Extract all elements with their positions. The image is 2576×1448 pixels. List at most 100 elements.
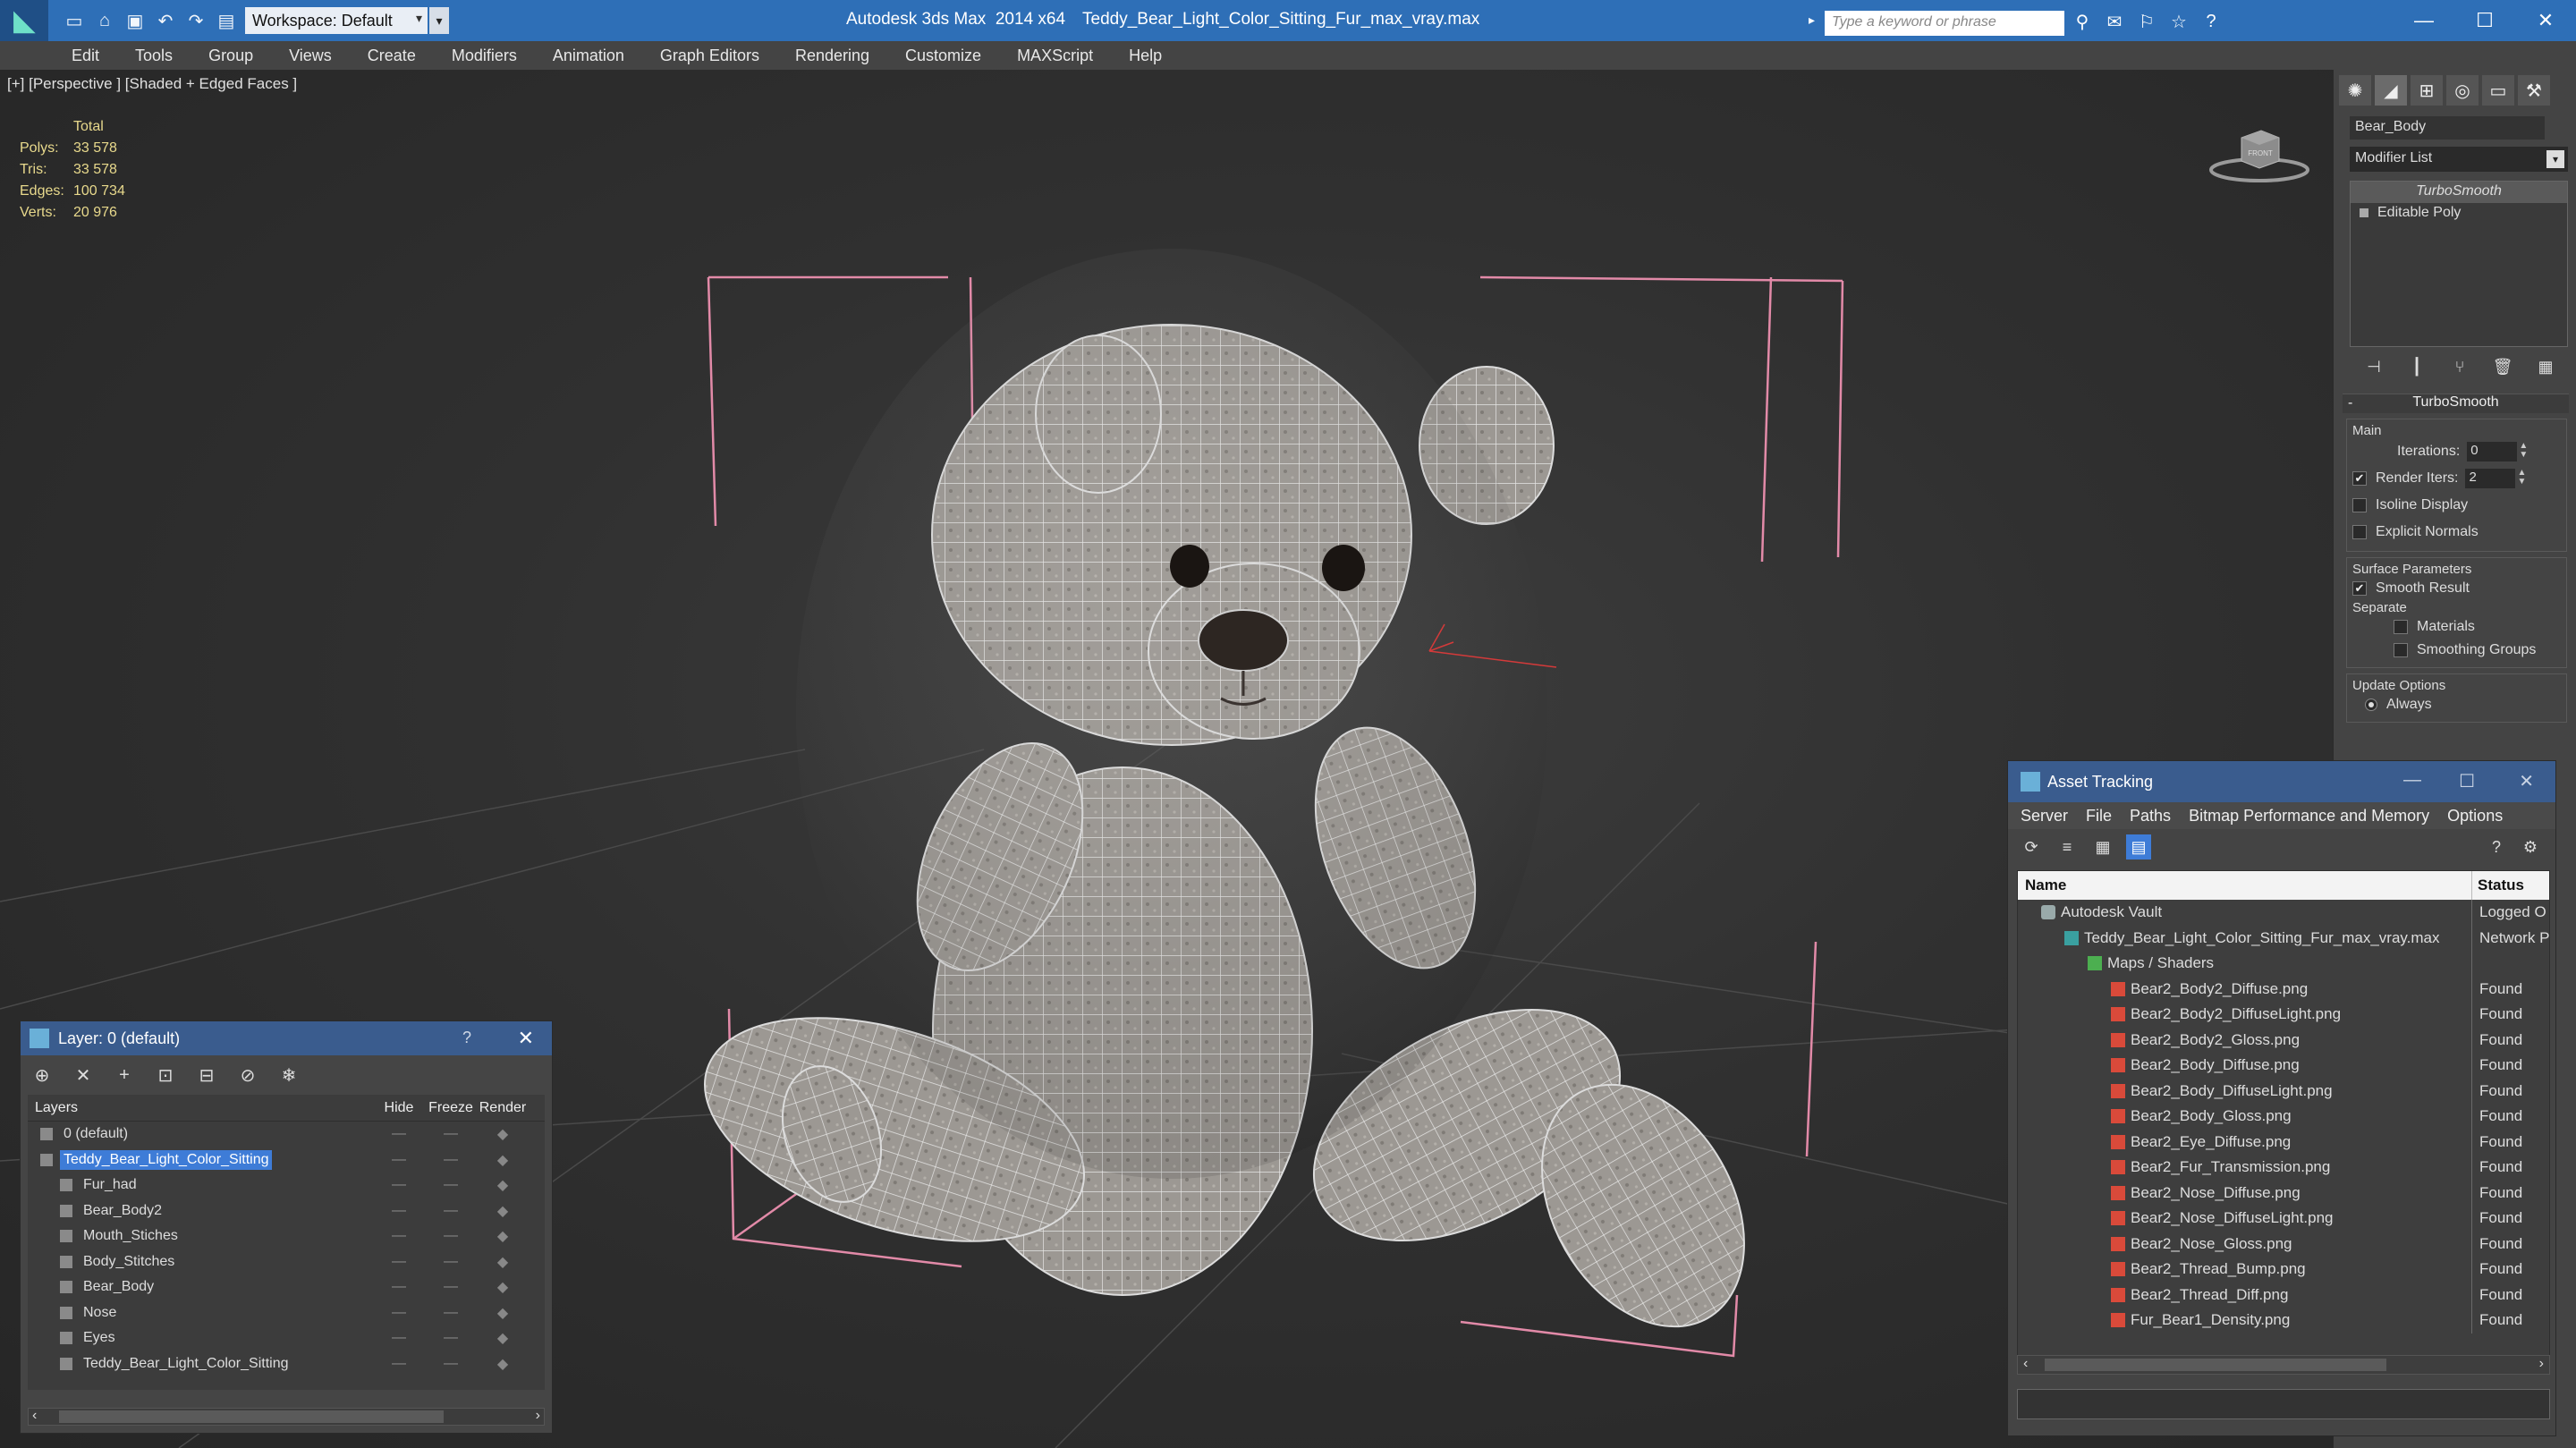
asset-row[interactable]: Fur_Bear1_Density.png Found xyxy=(2018,1308,2549,1334)
undo-icon[interactable]: ↶ xyxy=(152,7,179,34)
asset-row[interactable]: Bear2_Nose_DiffuseLight.png Found xyxy=(2018,1206,2549,1232)
render-iters-checkbox[interactable]: ✔ xyxy=(2352,471,2367,486)
asset-row[interactable]: Bear2_Body_Gloss.png Found xyxy=(2018,1104,2549,1130)
help-icon[interactable]: ? xyxy=(462,1029,471,1047)
delete-layer-icon[interactable]: ✕ xyxy=(72,1064,94,1086)
thumbnail-view-icon[interactable]: ▦ xyxy=(2090,834,2115,859)
render-toggle[interactable]: ◆ xyxy=(477,1176,529,1194)
spinner-arrows-icon[interactable]: ▲ ▼ xyxy=(2517,442,2529,461)
quick-access-dropdown[interactable]: ▾ xyxy=(429,7,449,34)
menu-server[interactable]: Server xyxy=(2021,807,2068,826)
layer-row[interactable]: Teddy_Bear_Light_Color_Sitting — — ◆ xyxy=(28,1351,545,1377)
add-to-layer-icon[interactable]: + xyxy=(114,1064,135,1086)
viewcube[interactable]: FRONT xyxy=(2206,118,2313,190)
menu-bitmap-performance[interactable]: Bitmap Performance and Memory xyxy=(2189,807,2429,826)
communication-center-icon[interactable]: ✉ xyxy=(2102,9,2127,34)
menu-tools[interactable]: Tools xyxy=(135,47,173,65)
menu-paths[interactable]: Paths xyxy=(2130,807,2171,826)
asset-tracking-titlebar[interactable]: Asset Tracking — ☐ ✕ xyxy=(2008,761,2555,802)
column-render[interactable]: Render xyxy=(477,1100,529,1116)
asset-row[interactable]: Bear2_Thread_Bump.png Found xyxy=(2018,1257,2549,1283)
asset-row[interactable]: Bear2_Body_DiffuseLight.png Found xyxy=(2018,1078,2549,1104)
pin-stack-icon[interactable]: ⊣ xyxy=(2360,354,2387,379)
hide-toggle[interactable]: — xyxy=(373,1152,425,1168)
explicit-normals-checkbox[interactable] xyxy=(2352,525,2367,539)
asset-row[interactable]: Bear2_Thread_Diff.png Found xyxy=(2018,1282,2549,1308)
object-name-field[interactable]: Bear_Body xyxy=(2350,116,2545,140)
settings-icon[interactable]: ⚙ xyxy=(2518,834,2543,859)
scroll-right-icon[interactable]: › xyxy=(536,1408,540,1424)
list-view-icon[interactable]: ≡ xyxy=(2055,834,2080,859)
hide-toggle[interactable]: — xyxy=(373,1279,425,1295)
close-button[interactable]: ✕ xyxy=(2515,0,2576,41)
asset-row[interactable]: Autodesk Vault Logged O xyxy=(2018,900,2549,926)
close-icon[interactable]: ✕ xyxy=(518,1027,534,1050)
scroll-left-icon[interactable]: ‹ xyxy=(32,1408,37,1424)
layer-row[interactable]: Mouth_Stiches — — ◆ xyxy=(28,1224,545,1249)
hide-toggle[interactable]: — xyxy=(373,1356,425,1372)
stack-item-editable-poly[interactable]: Editable Poly xyxy=(2351,203,2567,224)
materials-checkbox[interactable] xyxy=(2394,620,2408,634)
close-icon[interactable]: ✕ xyxy=(2519,770,2534,792)
project-folder-icon[interactable]: ▤ xyxy=(213,7,240,34)
highlight-layer-icon[interactable]: ⊟ xyxy=(196,1064,217,1086)
configure-sets-icon[interactable]: ▦ xyxy=(2532,354,2559,379)
layer-row[interactable]: Body_Stitches — — ◆ xyxy=(28,1249,545,1275)
maximize-icon[interactable]: ☐ xyxy=(2459,770,2475,792)
freeze-toggle[interactable]: — xyxy=(425,1356,477,1372)
save-icon[interactable]: ▣ xyxy=(122,7,148,34)
asset-row[interactable]: Bear2_Nose_Diffuse.png Found xyxy=(2018,1180,2549,1206)
app-logo-icon[interactable]: ◣ xyxy=(0,0,48,41)
utilities-tab-icon[interactable]: ⚒ xyxy=(2518,75,2550,106)
render-toggle[interactable]: ◆ xyxy=(477,1304,529,1322)
modify-tab-icon[interactable]: ◢ xyxy=(2375,75,2407,106)
asset-row[interactable]: Maps / Shaders xyxy=(2018,951,2549,977)
freeze-toggle[interactable]: — xyxy=(425,1126,477,1142)
freeze-all-icon[interactable]: ❄ xyxy=(278,1064,300,1086)
table-view-icon[interactable]: ▤ xyxy=(2126,834,2151,859)
help-icon[interactable]: ? xyxy=(2484,834,2509,859)
layer-row[interactable]: 0 (default) — — ◆ xyxy=(28,1122,545,1147)
menu-help[interactable]: Help xyxy=(1129,47,1162,65)
minimize-icon[interactable]: — xyxy=(2403,770,2421,791)
layer-row[interactable]: Bear_Body2— — ◆ xyxy=(28,1198,545,1224)
render-iters-spinner[interactable]: 2 xyxy=(2465,469,2516,488)
menu-animation[interactable]: Animation xyxy=(553,47,624,65)
binoculars-icon[interactable]: ⚲ xyxy=(2070,9,2095,34)
freeze-toggle[interactable]: — xyxy=(425,1177,477,1193)
render-toggle[interactable]: ◆ xyxy=(477,1278,529,1296)
layer-manager-titlebar[interactable]: Layer: 0 (default) ? ✕ xyxy=(21,1021,552,1055)
menu-views[interactable]: Views xyxy=(289,47,332,65)
column-status[interactable]: Status xyxy=(2472,876,2524,894)
hide-toggle[interactable]: — xyxy=(373,1126,425,1142)
viewport-label[interactable]: [+] [Perspective ] [Shaded + Edged Faces… xyxy=(7,75,297,93)
refresh-icon[interactable]: ⟳ xyxy=(2019,834,2044,859)
favorites-star-icon[interactable]: ☆ xyxy=(2166,9,2191,34)
freeze-toggle[interactable]: — xyxy=(425,1152,477,1168)
asset-row[interactable]: Bear2_Body2_DiffuseLight.png Found xyxy=(2018,1002,2549,1028)
scroll-thumb[interactable] xyxy=(59,1410,444,1423)
sign-in-icon[interactable]: ⚐ xyxy=(2134,9,2159,34)
motion-tab-icon[interactable]: ◎ xyxy=(2446,75,2479,106)
hide-toggle[interactable]: — xyxy=(373,1330,425,1346)
modifier-list-dropdown[interactable]: Modifier List ▾ xyxy=(2350,147,2568,172)
column-freeze[interactable]: Freeze xyxy=(425,1100,477,1116)
scroll-right-icon[interactable]: › xyxy=(2539,1356,2544,1372)
freeze-toggle[interactable]: — xyxy=(425,1254,477,1270)
asset-horizontal-scrollbar[interactable]: ‹ › xyxy=(2017,1355,2550,1375)
render-toggle[interactable]: ◆ xyxy=(477,1227,529,1245)
redo-icon[interactable]: ↷ xyxy=(182,7,209,34)
layer-row[interactable]: Nose — — ◆ xyxy=(28,1300,545,1326)
render-toggle[interactable]: ◆ xyxy=(477,1355,529,1373)
search-expand-icon[interactable]: ▸ xyxy=(1809,13,1815,28)
asset-row[interactable]: Bear2_Body_Diffuse.png Found xyxy=(2018,1053,2549,1079)
asset-row[interactable]: Bear2_Body2_Diffuse.png Found xyxy=(2018,976,2549,1002)
create-layer-icon[interactable]: ⊕ xyxy=(31,1064,53,1086)
open-file-icon[interactable]: ⌂ xyxy=(91,7,118,34)
freeze-toggle[interactable]: — xyxy=(425,1228,477,1244)
column-name[interactable]: Name xyxy=(2018,871,2472,900)
column-hide[interactable]: Hide xyxy=(373,1100,425,1116)
search-input[interactable]: Type a keyword or phrase xyxy=(1825,11,2064,36)
menu-customize[interactable]: Customize xyxy=(905,47,981,65)
asset-row[interactable]: Bear2_Fur_Transmission.png Found xyxy=(2018,1155,2549,1181)
